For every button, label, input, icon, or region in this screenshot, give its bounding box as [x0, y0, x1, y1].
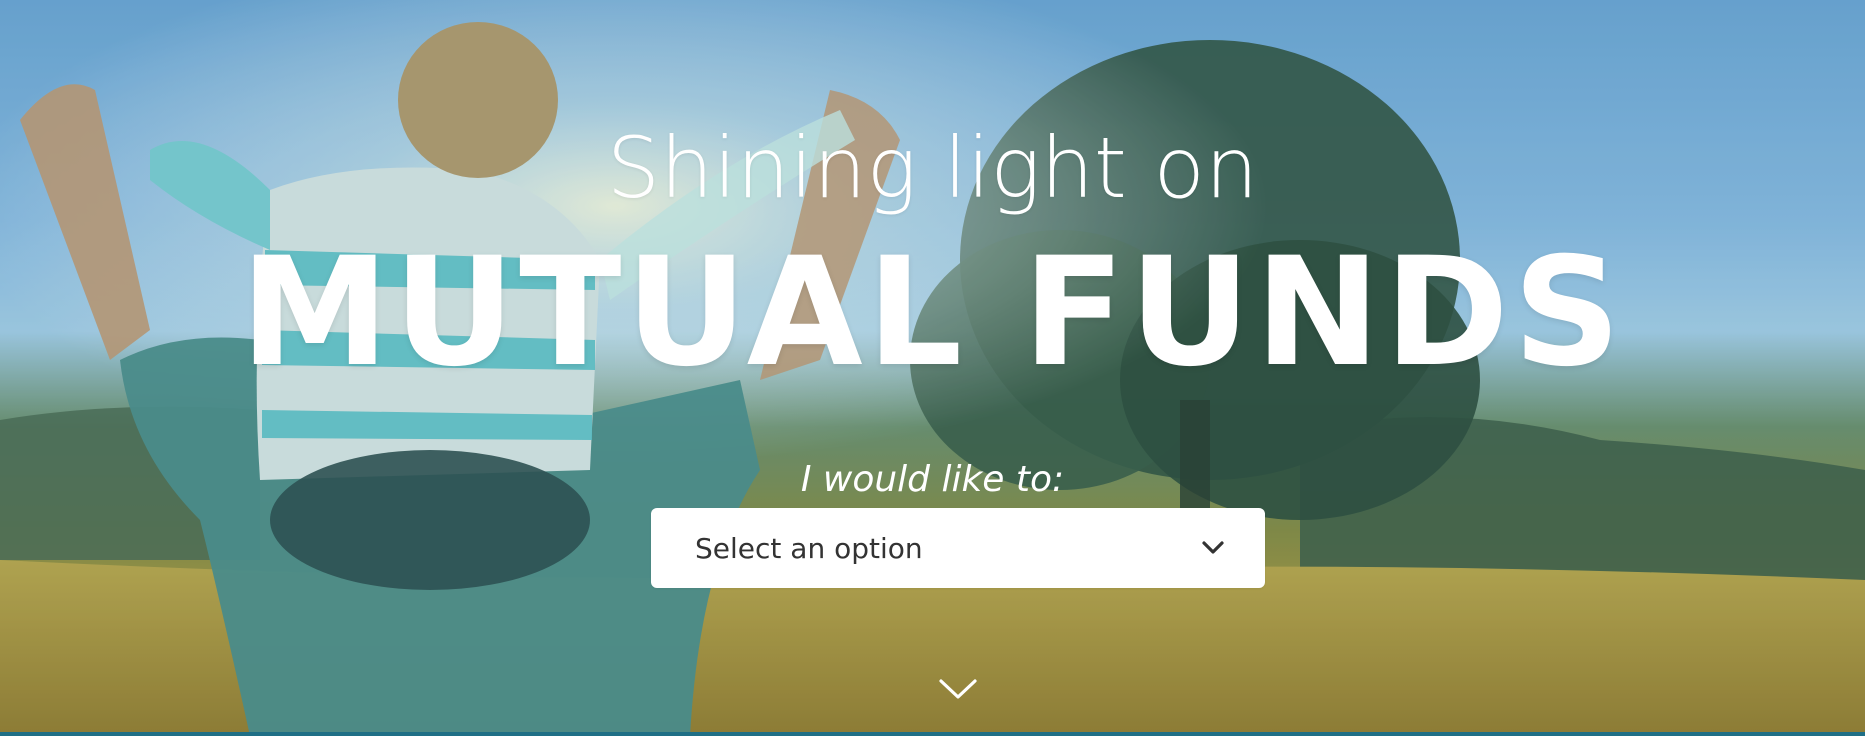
headline-title: MUTUAL FUNDS — [240, 226, 1625, 400]
headline-subtitle: Shining light on — [606, 119, 1259, 217]
chevron-down-icon — [1199, 538, 1227, 558]
intent-select-dropdown[interactable]: Select an option — [651, 508, 1265, 588]
scroll-down-chevron-icon[interactable] — [938, 675, 978, 703]
hero-section: Shining light on MUTUAL FUNDS I would li… — [0, 0, 1865, 736]
bottom-accent-strip — [0, 732, 1865, 736]
intent-prompt-label: I would like to: — [800, 459, 1065, 500]
select-selected-value: Select an option — [695, 531, 923, 565]
